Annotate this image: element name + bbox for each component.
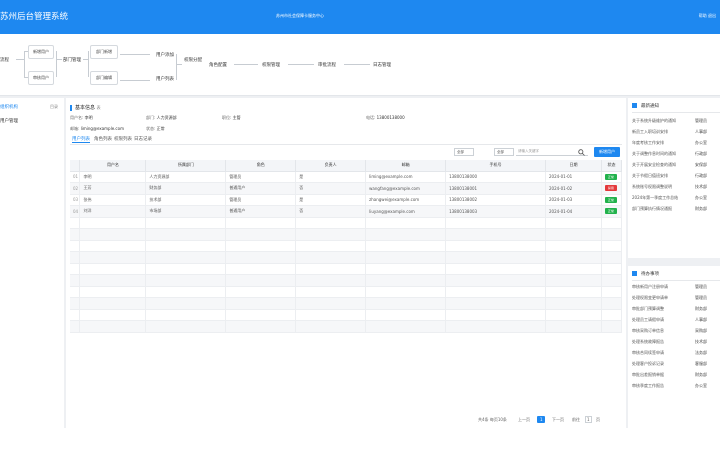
col-header: 角色 bbox=[225, 160, 297, 172]
status-badge: 正常 bbox=[604, 208, 617, 215]
pagination-prev[interactable]: 上一页 bbox=[518, 417, 530, 423]
table-row[interactable]: 03 张伟 技术部 管理员 是 zhangwei@example.com 138… bbox=[70, 194, 623, 206]
status-badge: 禁用 bbox=[604, 185, 617, 192]
table-row-empty bbox=[70, 309, 623, 321]
top-right-links[interactable]: 帮助 退出 bbox=[699, 13, 716, 19]
table-row-empty bbox=[70, 320, 623, 333]
filter-select-1[interactable]: 全部 bbox=[454, 148, 474, 156]
info-field: 部门: 人力资源部 bbox=[146, 115, 177, 120]
info-field: 职位: 主管 bbox=[222, 115, 241, 120]
list-item[interactable]: 部门预算执行情况通报 财务部 bbox=[632, 206, 720, 212]
list-item[interactable]: 审核合同续签申请 法务部 bbox=[632, 350, 720, 356]
list-item[interactable]: 关于系统升级维护的通知 管理员 bbox=[632, 118, 720, 124]
table-row[interactable]: 02 王芳 财务部 普通用户 否 wangfang@example.com 13… bbox=[70, 182, 623, 195]
status-badge: 正常 bbox=[604, 196, 617, 203]
top-bar: 苏州后台管理系统 苏州市社会保障卡服务中心 帮助 退出 bbox=[0, 0, 720, 34]
table-row-empty bbox=[70, 297, 623, 310]
col-header: 负责人 bbox=[295, 160, 367, 172]
info-field: 状态: 正常 bbox=[146, 126, 165, 131]
list-item[interactable]: 处理系统故障报告 技术部 bbox=[632, 339, 720, 345]
flow-node[interactable]: 权限分配 bbox=[184, 57, 202, 63]
table-row-empty bbox=[70, 217, 623, 229]
tab-permissions[interactable]: 权限列表 bbox=[114, 136, 132, 142]
table-row-empty bbox=[70, 228, 623, 241]
table-row-empty bbox=[70, 251, 623, 264]
list-item[interactable]: 关于开展安全检查的通知 安保部 bbox=[632, 162, 720, 168]
flow-node[interactable]: 权限管理 bbox=[262, 62, 280, 68]
list-item[interactable]: 关于调整作息时间的通知 行政部 bbox=[632, 151, 720, 157]
center-text: 苏州市社会保障卡服务中心 bbox=[276, 13, 324, 18]
flow-node[interactable]: 角色配置 bbox=[209, 62, 227, 68]
table-row-empty bbox=[70, 240, 623, 252]
list-item[interactable]: 审核季度工作报告 办公室 bbox=[632, 383, 720, 389]
col-header: 所属部门 bbox=[145, 160, 227, 172]
tab-users[interactable]: 用户列表 bbox=[72, 136, 90, 143]
section-title: 基本信息 表 bbox=[70, 104, 101, 111]
flow-node[interactable]: 新增用户 bbox=[28, 45, 54, 59]
footer-area bbox=[0, 428, 720, 450]
pagination-next[interactable]: 下一页 bbox=[552, 417, 564, 423]
col-header: 邮箱 bbox=[365, 160, 447, 172]
flow-node[interactable]: 审核用户 bbox=[28, 71, 54, 85]
flow-node[interactable]: 部门编辑 bbox=[90, 71, 118, 85]
flow-node[interactable]: 部门新增 bbox=[90, 45, 118, 59]
list-item[interactable]: 处理权限变更申请单 管理员 bbox=[632, 295, 720, 301]
flow-node[interactable]: 用户列表 bbox=[156, 76, 174, 82]
status-badge: 正常 bbox=[604, 173, 617, 180]
nav-header-right[interactable]: 目录 bbox=[50, 104, 58, 110]
table-row[interactable]: 01 李明 人力资源部 管理员 是 liming@example.com 138… bbox=[70, 171, 623, 183]
info-field: 用户名: 李明 bbox=[70, 115, 93, 120]
main-panel: 基本信息 表 用户名: 李明 部门: 人力资源部 职位: 主管 电话: 1380… bbox=[66, 98, 626, 428]
list-item[interactable]: 审核采购订单信息 采购部 bbox=[632, 328, 720, 334]
list-item[interactable]: 处理客户投诉记录 客服部 bbox=[632, 361, 720, 367]
app-title: 苏州后台管理系统 bbox=[0, 12, 69, 22]
info-field: 电话: 13800138000 bbox=[366, 115, 405, 120]
left-nav: 组织机构 目录 用户管理 bbox=[0, 98, 64, 428]
table-row-empty bbox=[70, 263, 623, 275]
flow-node[interactable]: 日志管理 bbox=[373, 62, 391, 68]
list-item[interactable]: 系统账号权限调整说明 技术部 bbox=[632, 184, 720, 190]
flow-node[interactable]: 用户添加 bbox=[156, 52, 174, 58]
col-header: 日期 bbox=[545, 160, 602, 172]
process-flow: 流程 新增用户 审核用户 部门管理 部门新增 部门编辑 用户添加 用户列表 权限… bbox=[0, 34, 720, 96]
table-row-empty bbox=[70, 274, 623, 287]
table-row-empty bbox=[70, 286, 623, 298]
table-row[interactable]: 04 刘洋 市场部 普通用户 否 liuyang@example.com 138… bbox=[70, 205, 623, 218]
flow-node[interactable]: 审批流程 bbox=[318, 62, 336, 68]
pagination-goto-value: 1 bbox=[587, 417, 590, 422]
list-item[interactable]: 新员工入职培训安排 人事部 bbox=[632, 129, 720, 135]
pagination-unit: 页 bbox=[596, 417, 600, 422]
col-header: 用户名 bbox=[79, 160, 147, 172]
list-item[interactable]: 处理员工请假申请 人事部 bbox=[632, 317, 720, 323]
pagination-page[interactable]: 1 bbox=[540, 417, 543, 422]
search-icon[interactable] bbox=[578, 149, 585, 156]
tab-logs[interactable]: 日志记录 bbox=[134, 136, 152, 142]
notice-panel: 最新通知 关于系统升级维护的通知 管理员 新员工入职培训安排 人事部 年度考核工作安… bbox=[628, 98, 720, 258]
nav-header: 组织机构 bbox=[0, 105, 18, 110]
list-item[interactable]: 关于节假日值班安排 行政部 bbox=[632, 173, 720, 179]
flow-node[interactable]: 部门管理 bbox=[63, 57, 81, 63]
flow-label: 流程 bbox=[0, 58, 9, 63]
pagination-total: 共4条 每页10条 bbox=[478, 417, 507, 422]
col-header: 手机号 bbox=[445, 160, 546, 172]
list-item[interactable]: 审批出差报销单据 财务部 bbox=[632, 372, 720, 378]
add-user-button[interactable]: 新增用户 bbox=[594, 147, 620, 157]
col-header: 状态 bbox=[601, 160, 623, 172]
user-table: 用户名 所属部门 角色 负责人 邮箱 手机号 日期 状态 01 李明 人力资源部… bbox=[70, 160, 623, 333]
notice-panel-title: 最新通知 bbox=[632, 103, 659, 109]
tab-roles[interactable]: 角色列表 bbox=[94, 136, 112, 142]
todo-panel-title: 待办事项 bbox=[632, 271, 659, 277]
list-item[interactable]: 2024年第一季度工作总结 办公室 bbox=[632, 195, 720, 201]
list-item[interactable]: 年度考核工作安排 办公室 bbox=[632, 140, 720, 146]
filter-select-2[interactable]: 全部 bbox=[494, 148, 514, 156]
todo-panel: 待办事项 审核新用户注册申请 管理员 处理权限变更申请单 管理员 审批部门预算调整财… bbox=[628, 266, 720, 428]
list-item[interactable]: 审批部门预算调整 财务部 bbox=[632, 306, 720, 312]
list-item[interactable]: 审核新用户注册申请 管理员 bbox=[632, 284, 720, 290]
pagination-goto-label: 前往 bbox=[572, 417, 580, 422]
info-field: 邮箱: liming@example.com bbox=[70, 126, 124, 131]
nav-item-users[interactable]: 用户管理 bbox=[0, 118, 18, 124]
